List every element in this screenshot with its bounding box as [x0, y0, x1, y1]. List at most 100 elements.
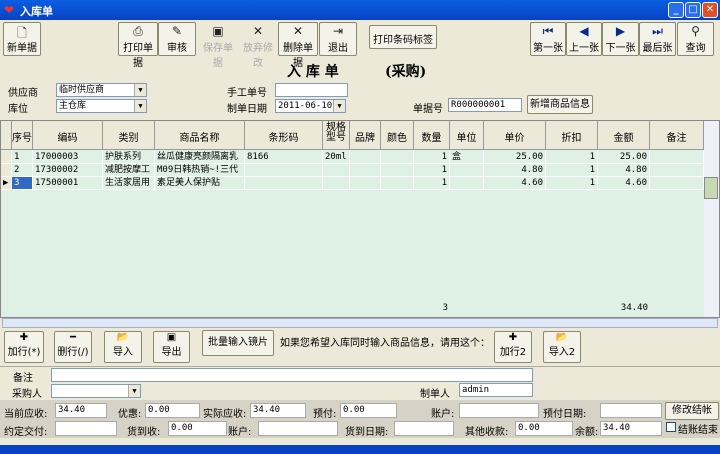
last-button[interactable]: ⏭ 最后张	[639, 22, 676, 56]
column-header-category[interactable]: 类别	[103, 121, 155, 150]
add-row2-button[interactable]: ✚ 加行2	[494, 331, 532, 363]
cell-barcode[interactable]	[245, 177, 323, 190]
row-indicator[interactable]	[1, 164, 12, 177]
column-header-seq[interactable]: 序号	[12, 121, 33, 150]
maximize-button[interactable]: □	[685, 2, 701, 18]
column-header-price[interactable]: 单价	[484, 121, 546, 150]
cell-seq[interactable]: 2	[12, 164, 33, 177]
cell-amount[interactable]: 4.60	[598, 177, 650, 190]
cell-brand[interactable]	[350, 164, 381, 177]
column-header-color[interactable]: 颜色	[381, 121, 414, 150]
supplier-select[interactable]: 临时供应商 ▼	[56, 83, 147, 97]
cell-remark[interactable]	[650, 151, 704, 164]
row-indicator[interactable]: ▶	[1, 177, 12, 190]
column-header-spec[interactable]: 规格型号	[323, 121, 350, 150]
cell-amount[interactable]: 4.80	[598, 164, 650, 177]
cell-seq[interactable]: 3	[12, 177, 33, 190]
modify-settlement-button[interactable]: 修改结帐	[665, 402, 719, 420]
cell-color[interactable]	[381, 164, 414, 177]
buyer-select[interactable]: ▼	[51, 384, 141, 398]
cell-unit[interactable]	[450, 164, 484, 177]
cell-discount[interactable]: 1	[546, 164, 598, 177]
column-header-qty[interactable]: 数量	[414, 121, 450, 150]
cell-name[interactable]: 丝瓜健康亮颜隔离乳	[155, 151, 245, 164]
cell-color[interactable]	[381, 177, 414, 190]
new-button[interactable]: 🗋 新单据	[3, 22, 41, 56]
vertical-scrollbar[interactable]	[704, 121, 719, 317]
add-row-button[interactable]: ✚ 加行(*)	[4, 331, 44, 363]
cell-code[interactable]: 17300002	[33, 164, 103, 177]
column-header-brand[interactable]: 品牌	[350, 121, 381, 150]
cell-qty[interactable]: 1	[414, 164, 450, 177]
arrival-input[interactable]	[394, 421, 454, 436]
cell-code[interactable]: 17000003	[33, 151, 103, 164]
cell-name[interactable]: 素足美人保护贴	[155, 177, 245, 190]
column-header-unit[interactable]: 单位	[450, 121, 484, 150]
balance-input[interactable]: 34.40	[600, 421, 662, 436]
settled-checkbox[interactable]	[666, 422, 676, 432]
column-header-remark[interactable]: 备注	[650, 121, 704, 150]
cell-remark[interactable]	[650, 177, 704, 190]
column-header-amount[interactable]: 金额	[598, 121, 650, 150]
cell-spec[interactable]	[323, 177, 350, 190]
cell-qty[interactable]: 1	[414, 151, 450, 164]
save-button[interactable]: ▣ 保存单据	[198, 22, 238, 69]
audit-button[interactable]: ✎ 审核	[158, 22, 196, 56]
cell-unit[interactable]	[450, 177, 484, 190]
row-indicator[interactable]	[1, 151, 12, 164]
column-header-barcode[interactable]: 条形码	[245, 121, 323, 150]
exit-button[interactable]: ⇥ 退出	[319, 22, 357, 56]
cell-name[interactable]: M09日韩热销~!三代	[155, 164, 245, 177]
prepaid-date-input[interactable]	[600, 403, 662, 418]
prev-button[interactable]: ◀ 上一张	[566, 22, 602, 56]
cell-color[interactable]	[381, 151, 414, 164]
cur-due-input[interactable]: 34.40	[55, 403, 107, 418]
cell-price[interactable]: 25.00	[484, 151, 546, 164]
agreed-input[interactable]	[55, 421, 117, 436]
cell-code[interactable]: 17500001	[33, 177, 103, 190]
export-button[interactable]: ▣ 导出	[153, 331, 190, 363]
cell-barcode[interactable]	[245, 164, 323, 177]
cell-category[interactable]: 护肤系列	[103, 151, 155, 164]
minimize-button[interactable]: _	[668, 2, 684, 18]
location-select[interactable]: 主仓库 ▼	[56, 99, 147, 113]
delete-row-button[interactable]: ━ 删行(/)	[54, 331, 92, 363]
cell-barcode[interactable]: 8166	[245, 151, 323, 164]
column-header-name[interactable]: 商品名称	[155, 121, 245, 150]
manual-no-input[interactable]	[275, 83, 348, 97]
prepaid-input[interactable]: 0.00	[340, 403, 397, 418]
cell-brand[interactable]	[350, 151, 381, 164]
add-product-button[interactable]: 新增商品信息	[527, 95, 593, 114]
account2-input[interactable]	[258, 421, 338, 436]
cell-category[interactable]: 生活家居用	[103, 177, 155, 190]
cell-price[interactable]: 4.60	[484, 177, 546, 190]
remark-input[interactable]	[51, 368, 533, 382]
column-header-discount[interactable]: 折扣	[546, 121, 598, 150]
items-grid[interactable]: 序号 编码 类别 商品名称 条形码 规格型号 品牌 颜色 数量 单位 单价 折扣 金额 备注 1 170000…	[0, 120, 720, 318]
cell-discount[interactable]: 1	[546, 151, 598, 164]
delete-button[interactable]: ✕ 删除单据	[278, 22, 318, 69]
print-button[interactable]: ⎙ 打印单据	[118, 22, 158, 69]
cell-qty[interactable]: 1	[414, 177, 450, 190]
doc-no-input[interactable]: R000000001	[448, 98, 522, 112]
cell-seq[interactable]: 1	[12, 151, 33, 164]
scroll-thumb[interactable]	[704, 177, 718, 199]
column-header-code[interactable]: 编码	[33, 121, 103, 150]
cell-category[interactable]: 减肥按摩工	[103, 164, 155, 177]
cod-input[interactable]: 0.00	[168, 421, 227, 436]
next-button[interactable]: ▶ 下一张	[602, 22, 639, 56]
actual-due-input[interactable]: 34.40	[250, 403, 306, 418]
maker-input[interactable]: admin	[459, 383, 533, 397]
horizontal-scrollbar[interactable]	[2, 318, 718, 328]
batch-input-button[interactable]: 批量输入镜片	[202, 330, 274, 356]
other-input[interactable]: 0.00	[515, 421, 573, 436]
cell-remark[interactable]	[650, 164, 704, 177]
discard-button[interactable]: ✕ 放弃修改	[238, 22, 278, 69]
import2-button[interactable]: 📂 导入2	[543, 331, 581, 363]
close-button[interactable]: ✕	[702, 2, 718, 18]
discount-input[interactable]: 0.00	[145, 403, 200, 418]
date-picker[interactable]: 2011-06-10 ▼	[275, 99, 346, 113]
print-barcode-button[interactable]: 打印条码标签	[369, 25, 437, 49]
account-input[interactable]	[459, 403, 539, 418]
cell-amount[interactable]: 25.00	[598, 151, 650, 164]
